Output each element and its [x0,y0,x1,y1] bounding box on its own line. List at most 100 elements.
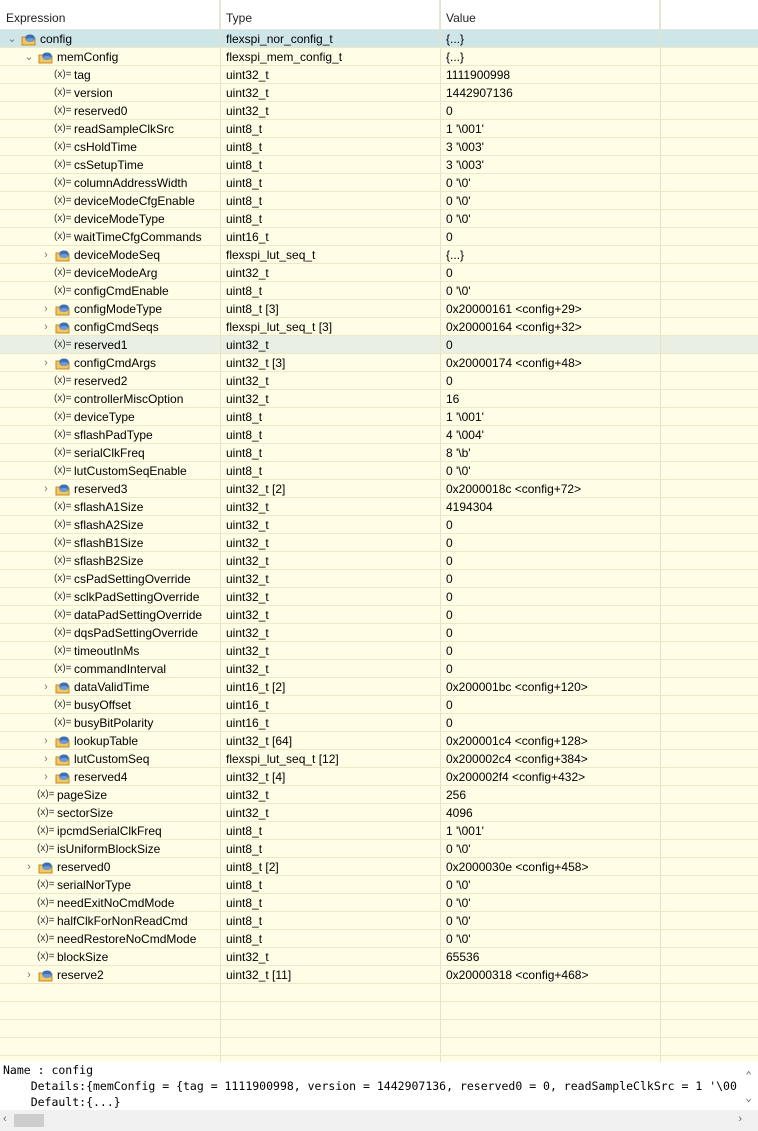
tree-row[interactable]: (x)= ipcmdSerialClkFreq uint8_t 1 '\001' [0,822,758,840]
chevron-down-icon[interactable]: ⌄ [6,30,18,48]
expressions-tree[interactable]: Expression Type Value ⌄ config flexspi_nor… [0,0,758,1062]
expression-value[interactable]: 0 '\0' [446,192,660,210]
tree-row[interactable]: › dataValidTime uint16_t [2] 0x200001bc <co… [0,678,758,696]
expression-value[interactable]: 4096 [446,804,660,822]
chevron-right-icon[interactable]: › [40,246,52,264]
expression-value[interactable]: 0 '\0' [446,894,660,912]
tree-row[interactable]: ⌄ config flexspi_nor_config_t {...} [0,30,758,48]
chevron-right-icon[interactable]: › [40,732,52,750]
column-header-value[interactable]: Value [440,0,660,30]
expression-value[interactable]: 0 [446,642,660,660]
tree-row[interactable]: (x)= sflashA1Size uint32_t 4194304 [0,498,758,516]
tree-row[interactable]: (x)= configCmdEnable uint8_t 0 '\0' [0,282,758,300]
expression-value[interactable]: 0x20000318 <config+468> [446,966,660,984]
chevron-right-icon[interactable]: › [40,678,52,696]
expression-value[interactable]: 0 '\0' [446,840,660,858]
expression-value[interactable]: 0 '\0' [446,462,660,480]
tree-row[interactable]: (x)= needRestoreNoCmdMode uint8_t 0 '\0' [0,930,758,948]
chevron-right-icon[interactable]: › [23,858,35,876]
tree-row[interactable]: (x)= deviceModeType uint8_t 0 '\0' [0,210,758,228]
tree-row[interactable]: (x)= halfClkForNonReadCmd uint8_t 0 '\0' [0,912,758,930]
tree-row[interactable]: (x)= sflashPadType uint8_t 4 '\004' [0,426,758,444]
expression-value[interactable]: 256 [446,786,660,804]
tree-row[interactable]: (x)= dataPadSettingOverride uint32_t 0 [0,606,758,624]
chevron-right-icon[interactable]: › [40,750,52,768]
tree-row[interactable]: (x)= needExitNoCmdMode uint8_t 0 '\0' [0,894,758,912]
expression-value[interactable]: 0x200001c4 <config+128> [446,732,660,750]
expression-value[interactable]: 0 [446,336,660,354]
expression-value[interactable]: 3 '\003' [446,138,660,156]
tree-row[interactable]: (x)= pageSize uint32_t 256 [0,786,758,804]
scroll-up-icon[interactable]: ⌃ [745,1068,752,1084]
tree-row[interactable]: › configCmdArgs uint32_t [3] 0x20000174 <co… [0,354,758,372]
tree-row[interactable]: (x)= reserved1 uint32_t 0 [0,336,758,354]
tree-row[interactable]: (x)= lutCustomSeqEnable uint8_t 0 '\0' [0,462,758,480]
tree-row[interactable]: (x)= deviceModeCfgEnable uint8_t 0 '\0' [0,192,758,210]
tree-row[interactable]: (x)= readSampleClkSrc uint8_t 1 '\001' [0,120,758,138]
tree-row[interactable]: (x)= serialClkFreq uint8_t 8 '\b' [0,444,758,462]
tree-row[interactable]: › deviceModeSeq flexspi_lut_seq_t {...} [0,246,758,264]
expression-value[interactable]: 0x20000174 <config+48> [446,354,660,372]
expression-value[interactable]: 1 '\001' [446,120,660,138]
tree-row[interactable]: (x)= csHoldTime uint8_t 3 '\003' [0,138,758,156]
expression-value[interactable]: 3 '\003' [446,156,660,174]
expression-value[interactable]: 16 [446,390,660,408]
tree-row[interactable]: (x)= commandInterval uint32_t 0 [0,660,758,678]
chevron-right-icon[interactable]: › [40,300,52,318]
tree-row[interactable]: (x)= waitTimeCfgCommands uint16_t 0 [0,228,758,246]
chevron-down-icon[interactable]: ⌄ [23,48,35,66]
expression-value[interactable]: 4194304 [446,498,660,516]
expression-value[interactable]: 0 '\0' [446,930,660,948]
expression-value[interactable]: 0 [446,696,660,714]
expression-value[interactable]: 0 [446,588,660,606]
tree-row[interactable]: (x)= blockSize uint32_t 65536 [0,948,758,966]
expression-value[interactable]: 0 [446,534,660,552]
tree-row[interactable]: (x)= busyBitPolarity uint16_t 0 [0,714,758,732]
scrollbar-thumb[interactable] [14,1114,44,1127]
expression-value[interactable]: 1 '\001' [446,408,660,426]
column-header-expression[interactable]: Expression [0,0,220,30]
expression-value[interactable]: 0 [446,660,660,678]
expression-value[interactable]: 4 '\004' [446,426,660,444]
tree-row[interactable]: › reserved3 uint32_t [2] 0x2000018c <config… [0,480,758,498]
expression-value[interactable]: 0 '\0' [446,912,660,930]
tree-row[interactable]: (x)= timeoutInMs uint32_t 0 [0,642,758,660]
expression-value[interactable]: 0 '\0' [446,876,660,894]
chevron-right-icon[interactable]: › [40,768,52,786]
expression-value[interactable]: 1 '\001' [446,822,660,840]
expression-value[interactable]: 0 [446,714,660,732]
tree-row[interactable]: › reserved0 uint8_t [2] 0x2000030e <config+… [0,858,758,876]
expression-value[interactable]: 0x200002c4 <config+384> [446,750,660,768]
tree-row[interactable]: (x)= sflashA2Size uint32_t 0 [0,516,758,534]
expression-value[interactable]: 0x20000164 <config+32> [446,318,660,336]
expression-value[interactable]: 0 '\0' [446,282,660,300]
expression-value[interactable]: 0 [446,516,660,534]
tree-row[interactable]: (x)= sflashB2Size uint32_t 0 [0,552,758,570]
tree-row[interactable]: (x)= isUniformBlockSize uint8_t 0 '\0' [0,840,758,858]
tree-row[interactable]: ⌄ memConfig flexspi_mem_config_t {...} [0,48,758,66]
tree-row[interactable]: (x)= deviceModeArg uint32_t 0 [0,264,758,282]
expression-value[interactable]: {...} [446,30,660,48]
details-pane[interactable]: Name : config Details:{memConfig = {tag … [0,1062,758,1110]
chevron-right-icon[interactable]: › [40,318,52,336]
expression-value[interactable]: 0 [446,552,660,570]
expression-value[interactable]: 0 [446,372,660,390]
expression-value[interactable]: 0 [446,264,660,282]
tree-row[interactable]: (x)= sflashB1Size uint32_t 0 [0,534,758,552]
expression-value[interactable]: 0x200001bc <config+120> [446,678,660,696]
tree-row[interactable]: › lutCustomSeq flexspi_lut_seq_t [12] 0x200… [0,750,758,768]
chevron-right-icon[interactable]: › [40,480,52,498]
chevron-right-icon[interactable]: › [23,966,35,984]
tree-row[interactable]: (x)= csSetupTime uint8_t 3 '\003' [0,156,758,174]
tree-row[interactable]: (x)= columnAddressWidth uint8_t 0 '\0' [0,174,758,192]
horizontal-scrollbar[interactable]: ‹ › [0,1110,758,1131]
tree-row[interactable]: › lookupTable uint32_t [64] 0x200001c4 <con… [0,732,758,750]
scroll-down-icon[interactable]: ⌄ [745,1090,752,1106]
tree-row[interactable]: (x)= reserved2 uint32_t 0 [0,372,758,390]
tree-row[interactable]: › reserved4 uint32_t [4] 0x200002f4 <config… [0,768,758,786]
tree-row[interactable]: (x)= busyOffset uint16_t 0 [0,696,758,714]
tree-row[interactable]: (x)= reserved0 uint32_t 0 [0,102,758,120]
expression-value[interactable]: 8 '\b' [446,444,660,462]
scroll-right-icon[interactable]: › [738,1113,742,1125]
tree-row[interactable]: › configModeType uint8_t [3] 0x20000161 <co… [0,300,758,318]
